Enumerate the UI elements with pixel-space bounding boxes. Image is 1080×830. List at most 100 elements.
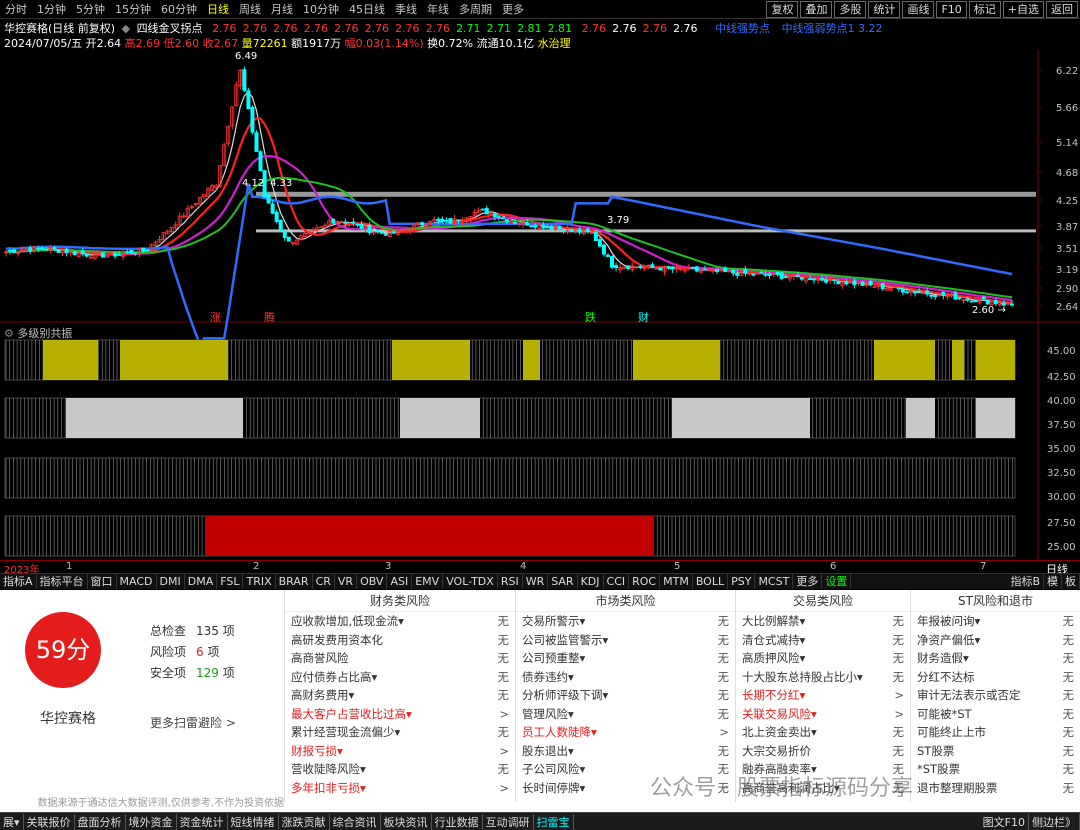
status-tab-2[interactable]: 盘面分析 (75, 813, 126, 830)
status-tab-10[interactable]: 互动调研 (483, 813, 534, 830)
risk-item[interactable]: 分析师评级下调▾ 无 (516, 686, 735, 705)
status-tab-7[interactable]: 综合资讯 (330, 813, 381, 830)
status-tab-5[interactable]: 短线情绪 (228, 813, 279, 830)
indicator-tab-right-1[interactable]: 模 (1044, 574, 1062, 589)
indicator-tab-9[interactable]: CR (313, 574, 335, 589)
period-4[interactable]: 60分钟 (156, 1, 202, 17)
period-6[interactable]: 周线 (234, 1, 266, 17)
indicator-tab-11[interactable]: OBV (357, 574, 388, 589)
indicator-tab-16[interactable]: WR (523, 574, 549, 589)
indicator-tab-4[interactable]: DMI (157, 574, 185, 589)
toolbar-button-6[interactable]: 标记 (968, 1, 1001, 18)
risk-item[interactable]: 多年扣非亏损▾ > (285, 779, 515, 798)
indicator-tab-0[interactable]: 指标A (0, 574, 37, 589)
risk-item[interactable]: 高质押风险▾ 无 (736, 649, 910, 668)
indicator-name[interactable]: 四线金叉拐点 (137, 22, 203, 35)
toolbar-button-4[interactable]: 画线 (902, 1, 935, 18)
status-tab-9[interactable]: 行业数据 (432, 813, 483, 830)
status-tab-8[interactable]: 板块资讯 (381, 813, 432, 830)
more-scan-link[interactable]: 更多扫雷避险 > (150, 714, 236, 731)
risk-item[interactable]: 审计无法表示或否定 无 (911, 686, 1080, 705)
toolbar-button-8[interactable]: 返回 (1046, 1, 1078, 18)
risk-item[interactable]: 财报亏损▾ > (285, 742, 515, 761)
risk-item[interactable]: 大宗交易折价 无 (736, 742, 910, 761)
risk-item[interactable]: *ST股票 无 (911, 760, 1080, 779)
period-10[interactable]: 季线 (390, 1, 422, 17)
risk-item[interactable]: 管理风险▾ 无 (516, 705, 735, 724)
status-tab-3[interactable]: 境外资金 (126, 813, 177, 830)
kline-chart[interactable]: 6.22 5.66 5.14 4.68 4.25 3.87 3.51 3.19 2.90 2.64… (0, 50, 1080, 560)
indicator-tab-24[interactable]: MCST (755, 574, 794, 589)
indicator-tab-25[interactable]: 更多 (793, 574, 823, 589)
risk-item[interactable]: 十大股东总持股占比小▾ 无 (736, 668, 910, 687)
period-0[interactable]: 分时 (0, 1, 32, 17)
risk-item[interactable]: 年报被问询▾ 无 (911, 612, 1080, 631)
indicator-tab-right-0[interactable]: 指标B (1007, 574, 1044, 589)
risk-item[interactable]: 员工人数陡降▾ > (516, 723, 735, 742)
risk-item[interactable]: 退市整理期股票 无 (911, 779, 1080, 798)
risk-item[interactable]: 长期不分红▾ > (736, 686, 910, 705)
period-11[interactable]: 年线 (422, 1, 454, 17)
period-7[interactable]: 月线 (266, 1, 298, 17)
toolbar-button-5[interactable]: F10 (936, 1, 967, 18)
period-8[interactable]: 10分钟 (298, 1, 344, 17)
indicator-tab-6[interactable]: FSL (217, 574, 244, 589)
risk-item[interactable]: 交易所警示▾ 无 (516, 612, 735, 631)
risk-item[interactable]: 财务造假▾ 无 (911, 649, 1080, 668)
stock-name[interactable]: 华控赛格 (4, 22, 48, 35)
risk-item[interactable]: 公司被监管警示▾ 无 (516, 631, 735, 650)
period-3[interactable]: 15分钟 (110, 1, 156, 17)
indicator-tab-5[interactable]: DMA (185, 574, 218, 589)
status-tab-6[interactable]: 涨跌贡献 (279, 813, 330, 830)
risk-item[interactable]: 累计经营现金流偏少▾ 无 (285, 723, 515, 742)
risk-item[interactable]: 公司预重整▾ 无 (516, 649, 735, 668)
risk-item[interactable]: 应付债券占比高▾ 无 (285, 668, 515, 687)
risk-item[interactable]: 高财务费用▾ 无 (285, 686, 515, 705)
toolbar-button-1[interactable]: 叠加 (800, 1, 833, 18)
status-tab-11[interactable]: 扫雷宝 (534, 813, 574, 830)
indicator-tab-14[interactable]: VOL-TDX (443, 574, 498, 589)
indicator-tab-7[interactable]: TRIX (243, 574, 276, 589)
indicator-tab-17[interactable]: SAR (548, 574, 578, 589)
status-right-1[interactable]: 侧边栏》 (1029, 813, 1080, 830)
risk-item[interactable]: 高商誉风险 无 (285, 649, 515, 668)
risk-item[interactable]: 清仓式减持▾ 无 (736, 631, 910, 650)
period-12[interactable]: 多周期 (454, 1, 497, 17)
indicator-tab-1[interactable]: 指标平台 (37, 574, 88, 589)
indicator-tab-21[interactable]: MTM (660, 574, 693, 589)
indicator-tab-10[interactable]: VR (335, 574, 358, 589)
risk-item[interactable]: 股东退出▾ 无 (516, 742, 735, 761)
risk-item[interactable]: 债券违约▾ 无 (516, 668, 735, 687)
indicator-tab-15[interactable]: RSI (498, 574, 523, 589)
risk-item[interactable]: 分红不达标 无 (911, 668, 1080, 687)
risk-item[interactable]: ST股票 无 (911, 742, 1080, 761)
indicator-tab-26[interactable]: 设置 (822, 574, 852, 589)
period-1[interactable]: 1分钟 (32, 1, 71, 17)
status-right-0[interactable]: 图文F10 (980, 813, 1029, 830)
indicator-tab-20[interactable]: ROC (629, 574, 661, 589)
period-2[interactable]: 5分钟 (71, 1, 110, 17)
risk-item[interactable]: 可能终止上市 无 (911, 723, 1080, 742)
toolbar-button-7[interactable]: +自选 (1002, 1, 1044, 18)
period-13[interactable]: 更多 (497, 1, 529, 17)
toolbar-button-2[interactable]: 多股 (834, 1, 867, 18)
risk-item[interactable]: 最大客户占营收比过高▾ > (285, 705, 515, 724)
period-5[interactable]: 日线 (202, 1, 234, 17)
risk-item[interactable]: 营收陡降风险▾ 无 (285, 760, 515, 779)
risk-item[interactable]: 关联交易风险▾ > (736, 705, 910, 724)
risk-item[interactable]: 大比例解禁▾ 无 (736, 612, 910, 631)
indicator-tab-2[interactable]: 窗口 (88, 574, 117, 589)
status-tab-4[interactable]: 资金统计 (177, 813, 228, 830)
indicator-tab-19[interactable]: CCI (604, 574, 630, 589)
indicator-tab-23[interactable]: PSY (728, 574, 756, 589)
indicator-tab-right-2[interactable]: 板 (1062, 574, 1080, 589)
period-9[interactable]: 45日线 (344, 1, 390, 17)
risk-item[interactable]: 应收款增加,低现金流▾ 无 (285, 612, 515, 631)
status-tab-1[interactable]: 关联报价 (24, 813, 75, 830)
indicator-tab-8[interactable]: BRAR (276, 574, 313, 589)
status-tab-0[interactable]: 展▾ (0, 813, 24, 830)
toolbar-button-0[interactable]: 复权 (766, 1, 799, 18)
risk-item[interactable]: 净资产偏低▾ 无 (911, 631, 1080, 650)
toolbar-button-3[interactable]: 统计 (868, 1, 901, 18)
risk-item[interactable]: 可能被*ST 无 (911, 705, 1080, 724)
